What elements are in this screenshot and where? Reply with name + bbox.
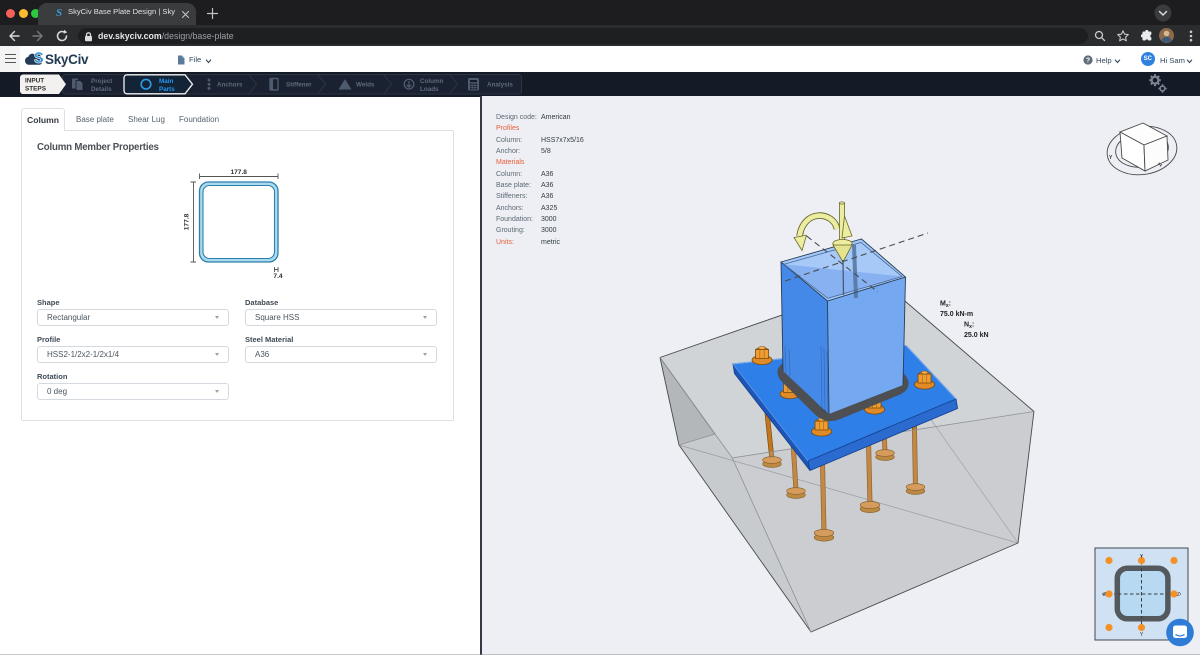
svg-text:Analysis: Analysis [487, 82, 513, 89]
svg-text:?: ? [1086, 57, 1090, 64]
svg-text:INPUT: INPUT [25, 78, 44, 85]
svg-text:Z: Z [1103, 592, 1106, 598]
svg-text:Nx:: Nx: [964, 322, 974, 331]
svg-text:177.8: 177.8 [230, 169, 247, 176]
svg-text:177.8: 177.8 [184, 213, 191, 230]
svg-text:Loads: Loads [420, 86, 439, 93]
svg-text:Anchors: Anchors [217, 82, 243, 89]
svg-text:Parts: Parts [159, 86, 175, 93]
svg-text:Z: Z [1177, 592, 1180, 598]
svg-text:Project: Project [91, 78, 113, 85]
svg-text:75.0 kN-m: 75.0 kN-m [940, 311, 973, 318]
svg-text:Y: Y [1109, 155, 1113, 161]
svg-text:25.0 kN: 25.0 kN [964, 332, 989, 339]
svg-text:Details: Details [91, 86, 112, 93]
svg-text:STEPS: STEPS [25, 86, 47, 93]
svg-text:Welds: Welds [356, 82, 375, 89]
svg-text:Main: Main [159, 78, 173, 85]
svg-text:Stiffener: Stiffener [286, 82, 312, 89]
svg-text:Column: Column [420, 78, 444, 85]
svg-text:Mx:: Mx: [940, 301, 951, 310]
svg-text:7.4: 7.4 [273, 273, 282, 279]
